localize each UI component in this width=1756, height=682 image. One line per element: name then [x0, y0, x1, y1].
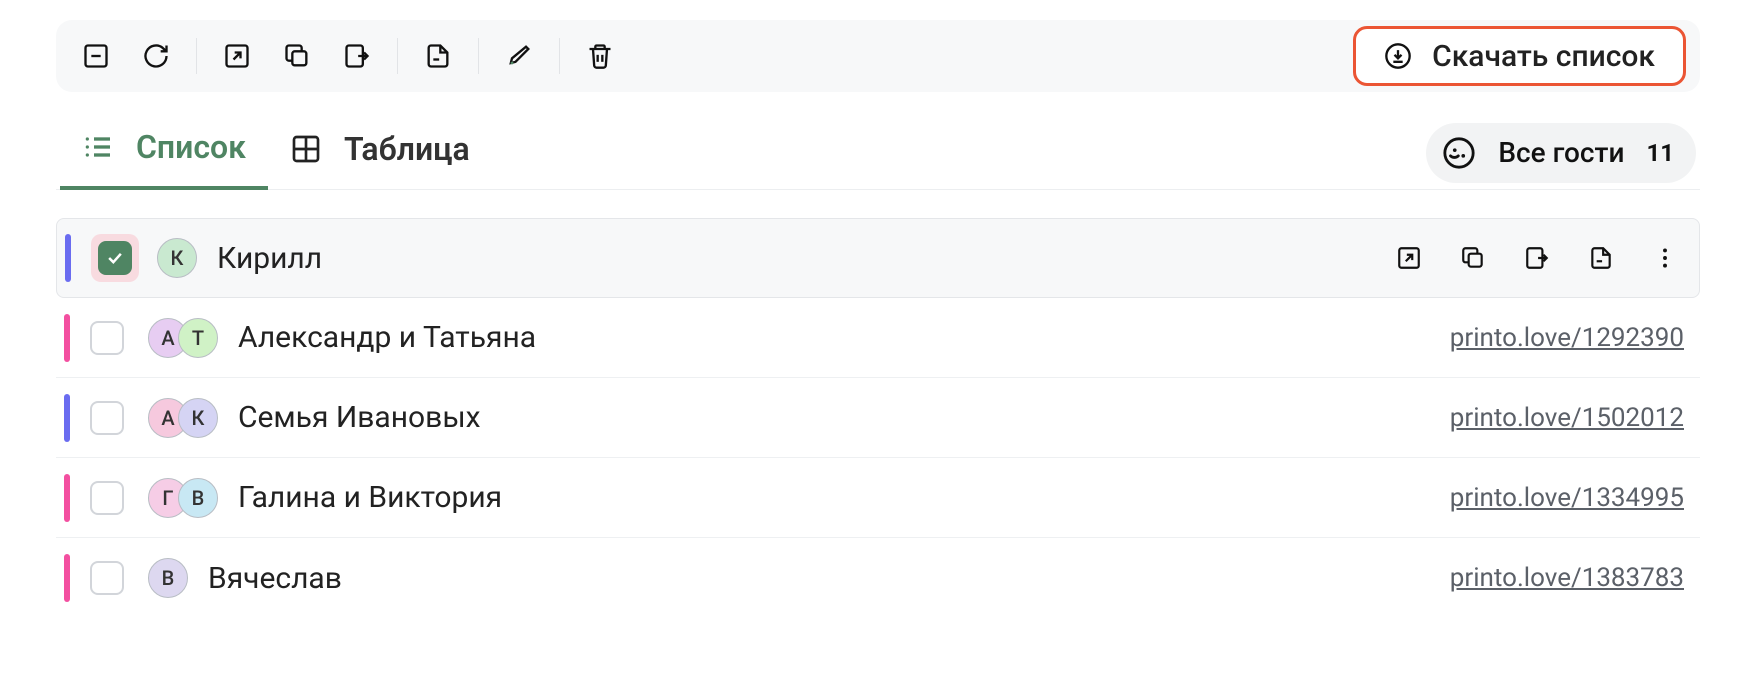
list-row[interactable]: А Т Александр и Татьяна printo.love/1292… [56, 298, 1700, 378]
separator [478, 38, 479, 74]
list-row[interactable]: Г В Галина и Виктория printo.love/133499… [56, 458, 1700, 538]
move-right-icon [343, 42, 371, 70]
row-name: Семья Ивановых [238, 400, 1450, 435]
tabs-row: Список Таблица Все гости 11 [56, 116, 1700, 189]
row-checkbox[interactable] [98, 241, 132, 275]
row-avatars: А К [148, 398, 218, 438]
avatar: В [148, 558, 188, 598]
separator [196, 38, 197, 74]
list-row[interactable]: А К Семья Ивановых printo.love/1502012 [56, 378, 1700, 458]
refresh-button[interactable] [130, 30, 182, 82]
row-checkbox[interactable] [90, 481, 124, 515]
download-label: Скачать список [1432, 39, 1655, 74]
row-move-button[interactable] [1519, 240, 1555, 276]
row-copy-button[interactable] [1455, 240, 1491, 276]
trash-icon [586, 42, 614, 70]
row-checkbox[interactable] [90, 321, 124, 355]
row-color-bar [64, 314, 70, 362]
checkbox-wrap [91, 234, 139, 282]
guest-filter-pill[interactable]: Все гости 11 [1426, 123, 1696, 183]
row-color-bar [64, 474, 70, 522]
row-name: Александр и Татьяна [238, 320, 1450, 355]
row-checkbox[interactable] [90, 401, 124, 435]
open-external-button[interactable] [211, 30, 263, 82]
row-link[interactable]: printo.love/1334995 [1450, 483, 1684, 513]
row-checkbox[interactable] [90, 561, 124, 595]
row-color-bar [64, 554, 70, 602]
document-icon [1588, 245, 1614, 271]
list-icon [82, 131, 114, 163]
check-icon [105, 248, 125, 268]
guest-filter-label: Все гости [1498, 136, 1624, 169]
row-name: Галина и Виктория [238, 480, 1450, 515]
square-minus-icon [82, 42, 110, 70]
tabs-divider [56, 189, 1700, 190]
delete-button[interactable] [574, 30, 626, 82]
copy-icon [1460, 245, 1486, 271]
avatar: К [157, 238, 197, 278]
row-avatars: Г В [148, 478, 218, 518]
row-open-button[interactable] [1391, 240, 1427, 276]
refresh-icon [142, 42, 170, 70]
tab-table-label: Таблица [344, 130, 470, 168]
tab-list-label: Список [136, 128, 246, 166]
avatar: В [178, 478, 218, 518]
external-link-icon [1396, 245, 1422, 271]
guest-list: К Кирилл А Т Александр и Татьяна printo.… [56, 218, 1700, 618]
guests-icon [1442, 136, 1476, 170]
tab-list[interactable]: Список [60, 116, 268, 190]
deselect-button[interactable] [70, 30, 122, 82]
row-link[interactable]: printo.love/1383783 [1450, 563, 1684, 593]
row-avatars: А Т [148, 318, 218, 358]
list-row[interactable]: В Вячеслав printo.love/1383783 [56, 538, 1700, 618]
tab-table[interactable]: Таблица [268, 118, 492, 188]
download-list-button[interactable]: Скачать список [1353, 26, 1686, 86]
row-color-bar [65, 234, 71, 282]
table-icon [290, 133, 322, 165]
row-link[interactable]: printo.love/1292390 [1450, 323, 1684, 353]
list-row[interactable]: К Кирилл [56, 218, 1700, 298]
separator [397, 38, 398, 74]
guest-count: 11 [1646, 139, 1674, 167]
brush-icon [505, 42, 533, 70]
separator [559, 38, 560, 74]
download-icon [1384, 42, 1412, 70]
move-right-icon [1524, 245, 1550, 271]
avatar: К [178, 398, 218, 438]
toolbar: Скачать список [56, 20, 1700, 92]
row-actions [1391, 240, 1683, 276]
external-link-icon [223, 42, 251, 70]
document-icon [424, 42, 452, 70]
move-button[interactable] [331, 30, 383, 82]
row-link[interactable]: printo.love/1502012 [1450, 403, 1684, 433]
row-color-bar [64, 394, 70, 442]
row-name: Вячеслав [208, 561, 1450, 596]
row-name: Кирилл [217, 241, 1391, 276]
copy-button[interactable] [271, 30, 323, 82]
document-button[interactable] [412, 30, 464, 82]
copy-icon [283, 42, 311, 70]
row-document-button[interactable] [1583, 240, 1619, 276]
avatar: Т [178, 318, 218, 358]
more-vertical-icon [1652, 245, 1678, 271]
brush-button[interactable] [493, 30, 545, 82]
row-avatars: В [148, 558, 188, 598]
row-avatars: К [157, 238, 197, 278]
row-more-button[interactable] [1647, 240, 1683, 276]
